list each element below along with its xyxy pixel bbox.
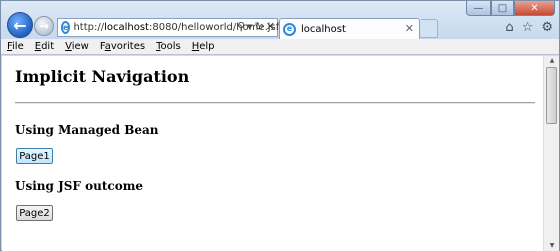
browser-window: — □ ✕ ← → e http://localhost:8080/hellow… [0,0,560,251]
menu-edit[interactable]: Edit [35,41,54,52]
ie-logo-icon: e [283,22,296,36]
menu-view[interactable]: View [65,41,89,52]
back-arrow-icon: ← [13,15,27,35]
minimize-button[interactable]: — [466,1,491,16]
section-heading-managed-bean: Using Managed Bean [15,123,159,137]
menu-file[interactable]: File [7,41,24,52]
back-button[interactable]: ← [7,12,33,38]
toolbar-icons: ⌂ ☆ ⚙ [505,20,553,35]
section-heading-jsf-outcome: Using JSF outcome [15,179,144,193]
page1-button[interactable]: Page1 [16,148,53,164]
divider [15,102,535,104]
tab-title: localhost [301,23,346,35]
vertical-scrollbar[interactable]: ▲ ▼ [543,56,559,251]
menu-tools[interactable]: Tools [156,41,181,52]
home-icon[interactable]: ⌂ [505,20,513,35]
ie-logo-icon: e [61,21,71,34]
menu-help[interactable]: Help [192,41,215,52]
refresh-icon[interactable]: ↻ [255,20,264,33]
menu-favorites[interactable]: Favorites [100,41,145,52]
forward-arrow-icon: → [38,19,50,33]
scroll-thumb[interactable] [546,67,557,124]
close-icon[interactable]: ✕ [266,20,275,33]
star-icon[interactable]: ☆ [522,20,534,35]
forward-button[interactable]: → [34,16,54,36]
menu-bar: File Edit View Favorites Tools Help [1,39,559,55]
gear-icon[interactable]: ⚙ [541,20,553,35]
page-content: Implicit Navigation Using Managed Bean P… [2,56,543,251]
address-bar-actions: ⚲ ▼ ↻ ✕ [237,20,275,33]
window-controls: — □ ✕ [466,1,555,16]
address-bar[interactable]: e http://localhost:8080/helloworld/home.… [57,18,279,37]
page2-button[interactable]: Page2 [16,205,53,221]
scroll-down-icon[interactable]: ▼ [544,241,560,251]
close-window-button[interactable]: ✕ [514,1,555,16]
new-tab-button[interactable] [421,19,438,38]
search-icon[interactable]: ⚲ [237,20,245,33]
tab-close-icon[interactable]: ✕ [405,22,414,35]
dropdown-icon[interactable]: ▼ [247,23,252,33]
tab-localhost[interactable]: e localhost ✕ [279,18,420,39]
scroll-up-icon[interactable]: ▲ [544,56,560,66]
page-title: Implicit Navigation [15,67,190,86]
maximize-button[interactable]: □ [491,1,514,16]
